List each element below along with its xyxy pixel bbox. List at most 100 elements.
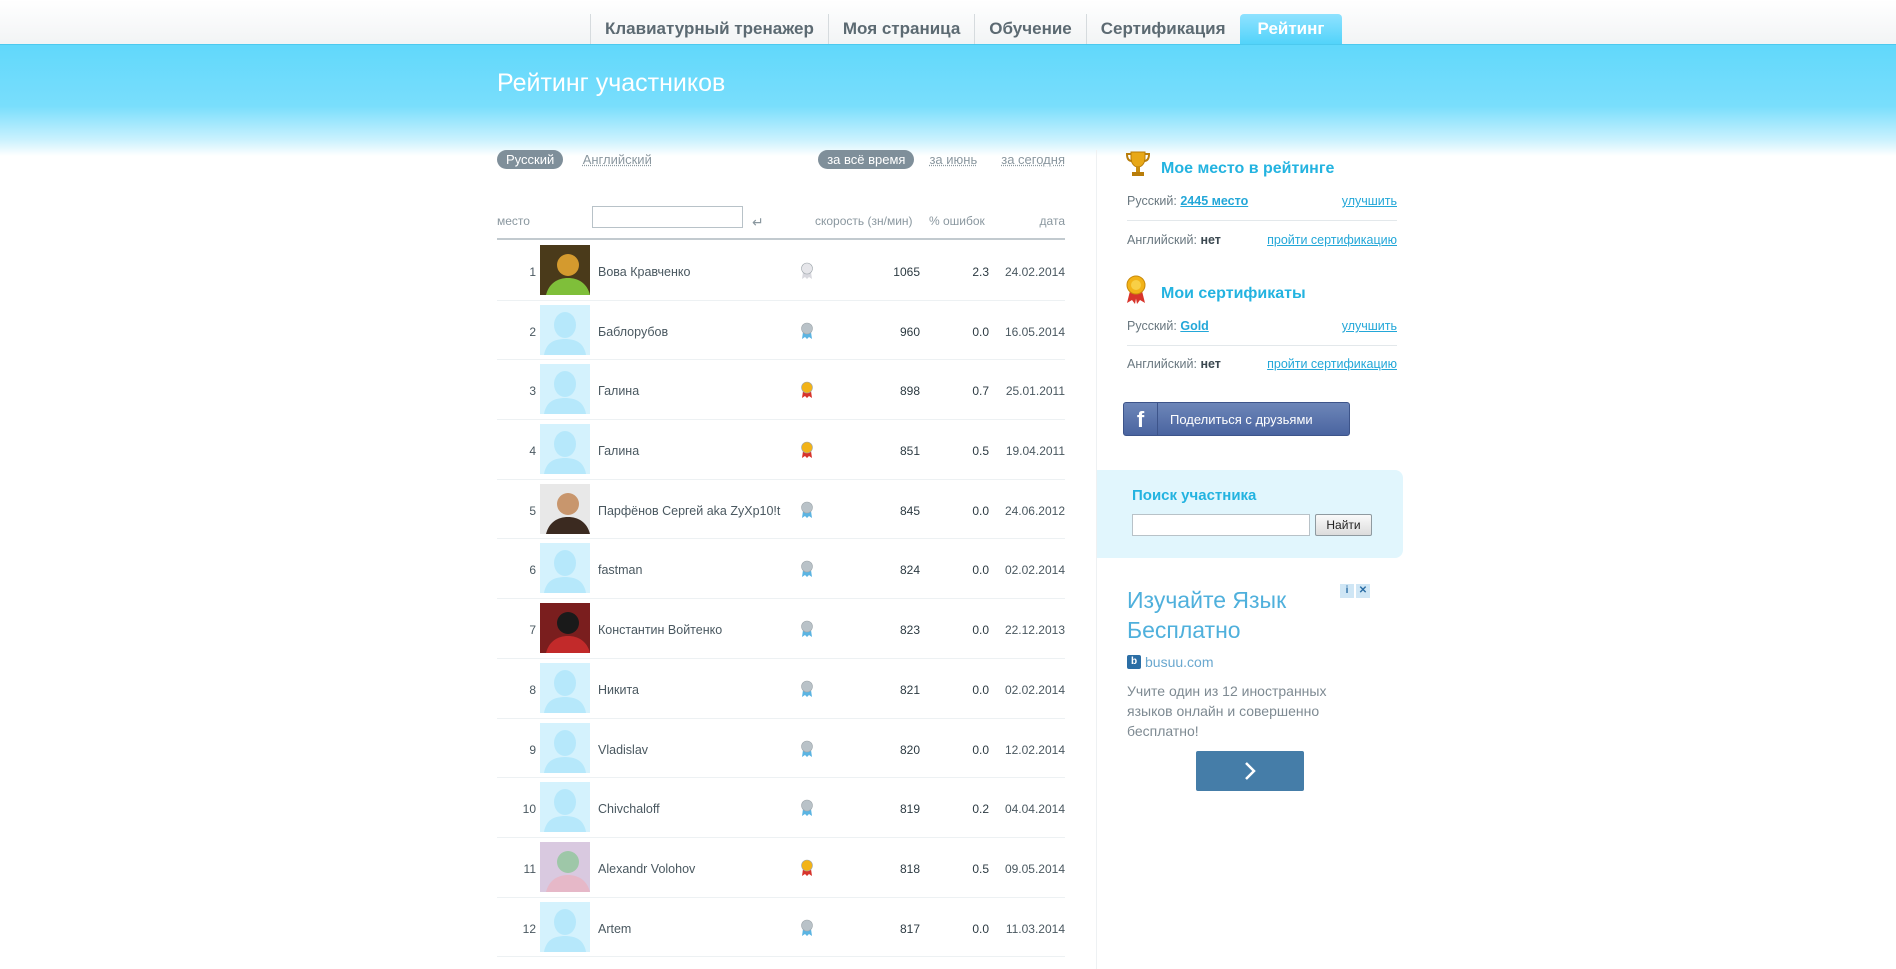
rank-cell: 3 [529,384,536,399]
gold-medal-icon [800,441,814,464]
user-name-link[interactable]: Alexandr Volohov [598,862,695,876]
cert-en-label: Английский: [1127,357,1197,371]
avatar[interactable] [540,841,590,892]
date-cell: 12.02.2014 [1004,742,1065,757]
rank-cell: 6 [529,563,536,578]
user-name-link[interactable]: Никита [598,683,639,697]
facebook-icon: f [1124,403,1158,435]
avatar[interactable] [540,304,590,355]
speed-cell: 823 [899,623,920,638]
silver-medal-icon [800,740,814,763]
improve-ru-cert-link[interactable]: улучшить [1342,319,1397,333]
silver-medal-icon [800,620,814,643]
nav-tab-3[interactable]: Сертификация [1085,14,1240,44]
certify-en-link[interactable]: пройти сертификацию [1267,233,1397,247]
my-certificates-title: Мои сертификаты [1161,285,1306,302]
nav-tab-2[interactable]: Обучение [974,14,1085,44]
user-name-link[interactable]: Галина [598,384,639,398]
trophy-icon [1125,150,1151,183]
busuu-logo-icon: b [1127,655,1141,669]
divider [1127,220,1397,221]
errors-cell: 0.5 [972,444,989,459]
divider [1127,345,1397,346]
platinum-medal-icon [800,262,814,285]
errors-cell: 0.7 [972,384,989,399]
nav-tabs: Клавиатурный тренажер Моя страница Обучени… [590,14,1343,44]
table-row: 3 Галина 898 0.7 25.01.2011 [497,360,1065,421]
speed-cell: 824 [899,563,920,578]
ad-source-label: busuu.com [1145,654,1214,670]
user-name-link[interactable]: fastman [598,563,642,577]
errors-cell: 2.3 [972,265,989,279]
avatar[interactable] [540,424,590,475]
certify-en-cert-link[interactable]: пройти сертификацию [1267,357,1397,371]
improve-ru-rank-link[interactable]: улучшить [1342,194,1397,208]
sidebar: Мое место в рейтинге Русский: 2445 место… [1096,150,1403,969]
speed-cell: 845 [899,503,920,518]
period-filter-all-time[interactable]: за всё время [818,150,915,169]
name-filter-input[interactable] [592,206,743,228]
date-cell: 25.01.2011 [1005,384,1065,399]
silver-medal-icon [800,919,814,942]
cert-ru-value-link[interactable]: Gold [1180,319,1208,333]
table-row: 5 Парфёнов Сергей aka ZyXp10!t 845 0.0 24.06… [497,480,1065,540]
ad-source[interactable]: b busuu.com [1127,654,1213,670]
errors-cell: 0.0 [972,921,989,936]
rank-cell: 11 [523,861,536,876]
user-name-link[interactable]: Парфёнов Сергей aka ZyXp10!t [598,504,780,518]
user-name-link[interactable]: Chivchaloff [598,802,660,816]
avatar[interactable] [540,543,590,594]
user-name-link[interactable]: Вова Кравченко [598,265,690,279]
my-place-en-row: Английский: нет пройти сертификацию [1127,233,1397,247]
my-place-ru-value-link[interactable]: 2445 место [1180,194,1248,208]
language-filter-english[interactable]: Английский [574,150,661,169]
language-filter-russian[interactable]: Русский [497,150,564,169]
member-search-button[interactable]: Найти [1315,514,1372,536]
speed-cell: 821 [899,682,920,697]
avatar[interactable] [540,364,590,415]
page-title: Рейтинг участников [497,69,726,97]
user-name-link[interactable]: Баблорубов [598,325,668,339]
user-name-link[interactable]: Artem [598,922,631,936]
date-cell: 02.02.2014 [1004,682,1065,697]
ad-headline[interactable]: Изучайте Язык Бесплатно [1127,585,1337,645]
avatar[interactable] [540,782,590,833]
avatar[interactable] [540,245,590,295]
nav-tab-0[interactable]: Клавиатурный тренажер [590,14,828,44]
ad-banner[interactable]: i ✕ Изучайте Язык Бесплатно b busuu.com … [1127,584,1377,795]
speed-cell: 817 [899,921,920,936]
user-name-link[interactable]: Vladislav [598,743,648,757]
close-icon[interactable]: ✕ [1356,584,1370,598]
user-name-link[interactable]: Галина [598,444,639,458]
column-place: место [497,214,530,228]
errors-cell: 0.0 [972,324,989,339]
avatar[interactable] [540,901,590,952]
nav-tab-4[interactable]: Рейтинг [1239,14,1343,44]
info-icon[interactable]: i [1340,584,1354,598]
enter-icon[interactable]: ↵ [752,214,764,231]
silver-medal-icon [800,680,814,703]
errors-cell: 0.0 [972,623,989,638]
period-filter-today[interactable]: за сегодня [992,150,1065,169]
ad-go-button[interactable] [1196,751,1304,791]
facebook-share-button[interactable]: f Поделиться с друзьями [1123,402,1350,436]
user-name-link[interactable]: Константин Войтенко [598,623,722,637]
my-place-ru-label: Русский: [1127,194,1177,208]
period-filter-june[interactable]: за июнь [920,150,986,169]
errors-cell: 0.0 [972,503,989,518]
speed-cell: 960 [899,324,920,339]
avatar[interactable] [540,722,590,773]
avatar[interactable] [540,483,590,534]
errors-cell: 0.5 [972,861,989,876]
member-search-input[interactable] [1132,514,1310,536]
nav-tab-1[interactable]: Моя страница [827,14,974,44]
rank-cell: 8 [529,682,536,697]
rank-cell: 2 [529,324,536,339]
avatar[interactable] [540,603,590,654]
rank-cell: 9 [529,742,536,757]
speed-cell: 818 [899,861,920,876]
rank-cell: 1 [529,265,536,279]
avatar[interactable] [540,662,590,713]
my-place-en-label: Английский: [1127,233,1197,247]
errors-cell: 0.2 [972,802,989,817]
